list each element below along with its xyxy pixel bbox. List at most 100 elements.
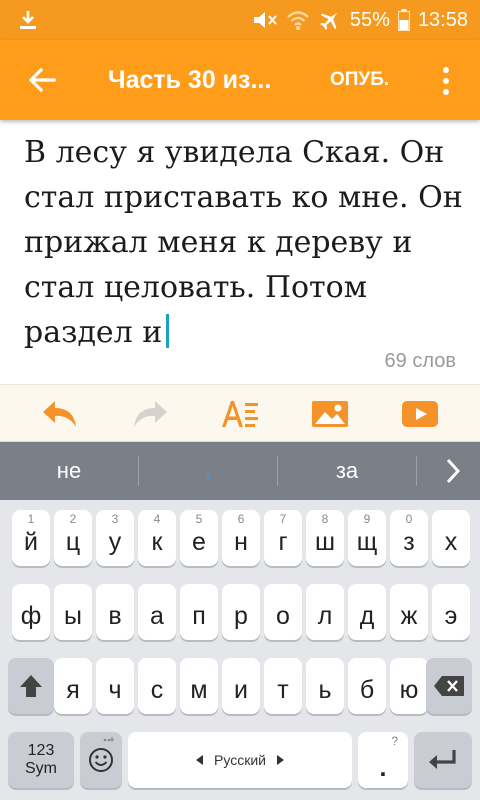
- key-к[interactable]: 4к: [138, 510, 176, 566]
- backspace-icon: [434, 676, 464, 696]
- key-у[interactable]: 3у: [96, 510, 134, 566]
- key-label: р: [234, 601, 248, 630]
- undo-button[interactable]: [40, 397, 80, 431]
- keyboard: не , за 1й2ц3у4к5е6н7г8ш9щ0зх фывапролдж…: [0, 442, 480, 800]
- editor-text: В лесу я увидела Ская. Он стал пристават…: [24, 135, 463, 350]
- key-т[interactable]: т: [264, 658, 302, 714]
- key-м[interactable]: м: [180, 658, 218, 714]
- key-о[interactable]: о: [264, 584, 302, 640]
- key-label: х: [444, 527, 458, 556]
- video-icon: [402, 401, 438, 427]
- key-label: ы: [64, 601, 82, 630]
- key-э[interactable]: э: [432, 584, 470, 640]
- key-label: л: [317, 601, 333, 630]
- period-key[interactable]: ? .: [358, 732, 408, 788]
- text-format-icon: [222, 401, 258, 427]
- suggestion-2[interactable]: ,: [139, 442, 277, 500]
- key-label: я: [66, 675, 80, 704]
- suggestion-1[interactable]: не: [0, 442, 138, 500]
- key-hint: 3: [111, 512, 119, 526]
- back-arrow-icon[interactable]: [22, 62, 62, 98]
- key-label: н: [234, 527, 248, 556]
- key-label: м: [190, 675, 208, 704]
- more-options-icon[interactable]: [436, 64, 456, 98]
- key-label: ю: [399, 675, 419, 704]
- redo-button[interactable]: [130, 397, 170, 431]
- suggestion-divider: [416, 456, 417, 486]
- key-ш[interactable]: 8ш: [306, 510, 344, 566]
- battery-percent: 55%: [349, 8, 390, 31]
- text-editor[interactable]: В лесу я увидела Ская. Он стал пристават…: [24, 130, 464, 355]
- key-ц[interactable]: 2ц: [54, 510, 92, 566]
- clock: 13:58: [417, 8, 468, 31]
- caret-right-icon: [276, 755, 284, 765]
- key-ч[interactable]: ч: [96, 658, 134, 714]
- key-х[interactable]: х: [432, 510, 470, 566]
- space-language-label: Русский: [214, 752, 266, 768]
- key-н[interactable]: 6н: [222, 510, 260, 566]
- key-в[interactable]: в: [96, 584, 134, 640]
- enter-key[interactable]: [414, 732, 472, 788]
- key-п[interactable]: п: [180, 584, 218, 640]
- key-д[interactable]: д: [348, 584, 386, 640]
- key-ь[interactable]: ь: [306, 658, 344, 714]
- insert-image-button[interactable]: [310, 397, 350, 431]
- backspace-key[interactable]: [426, 658, 472, 714]
- key-б[interactable]: б: [348, 658, 386, 714]
- key-с[interactable]: с: [138, 658, 176, 714]
- space-key[interactable]: Русский: [128, 732, 352, 788]
- shift-arrow-icon: [20, 675, 42, 697]
- redo-icon: [134, 401, 167, 427]
- text-cursor: [166, 314, 170, 348]
- caret-left-icon: [196, 755, 204, 765]
- key-г[interactable]: 7г: [264, 510, 302, 566]
- key-и[interactable]: и: [222, 658, 260, 714]
- suggestion-3[interactable]: за: [278, 442, 416, 500]
- enter-icon: [429, 750, 456, 769]
- key-е[interactable]: 5е: [180, 510, 218, 566]
- symbols-label-2: Sym: [25, 760, 57, 777]
- key-label: т: [277, 675, 289, 704]
- key-а[interactable]: а: [138, 584, 176, 640]
- key-label: е: [192, 527, 206, 556]
- key-label: г: [278, 527, 288, 556]
- key-label: э: [444, 601, 458, 630]
- key-я[interactable]: я: [54, 658, 92, 714]
- symbols-key[interactable]: 123 Sym: [8, 732, 74, 788]
- undo-icon: [43, 401, 76, 427]
- key-л[interactable]: л: [306, 584, 344, 640]
- download-icon: [20, 11, 36, 29]
- shift-key[interactable]: [8, 658, 54, 714]
- key-ф[interactable]: ф: [12, 584, 50, 640]
- key-hint: 8: [321, 512, 329, 526]
- key-hint: 0: [405, 512, 413, 526]
- key-hint: 5: [195, 512, 203, 526]
- key-label: ч: [108, 675, 122, 704]
- chevron-right-icon[interactable]: [438, 456, 468, 486]
- emoji-key[interactable]: [80, 732, 122, 788]
- key-й[interactable]: 1й: [12, 510, 50, 566]
- key-щ[interactable]: 9щ: [348, 510, 386, 566]
- publish-button[interactable]: ОПУБ.: [330, 62, 389, 98]
- text-format-button[interactable]: [220, 397, 260, 431]
- suggestion-bar: не , за: [0, 442, 480, 500]
- key-label: в: [108, 601, 122, 630]
- key-ю[interactable]: ю: [390, 658, 428, 714]
- insert-video-button[interactable]: [400, 397, 440, 431]
- key-label: й: [24, 527, 38, 556]
- key-ж[interactable]: ж: [390, 584, 428, 640]
- status-bar: 55% 13:58: [0, 0, 480, 40]
- key-hint: 6: [237, 512, 245, 526]
- key-label: д: [359, 601, 375, 630]
- key-label: ц: [65, 527, 81, 556]
- period-key-label: .: [379, 753, 387, 782]
- key-hint: 4: [153, 512, 161, 526]
- key-label: с: [150, 675, 164, 704]
- key-ы[interactable]: ы: [54, 584, 92, 640]
- key-р[interactable]: р: [222, 584, 260, 640]
- symbols-label-1: 123: [27, 742, 55, 759]
- wifi-icon: [287, 11, 309, 30]
- key-label: о: [276, 601, 290, 630]
- editor-toolbar: [0, 384, 480, 442]
- key-з[interactable]: 0з: [390, 510, 428, 566]
